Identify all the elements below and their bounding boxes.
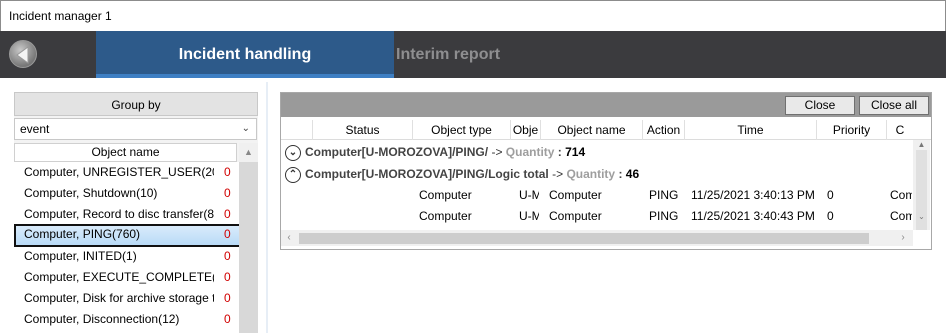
cell-comment: Com (890, 188, 912, 202)
group-path: Computer[U-MOROZOVA]/PING/Logic total (305, 167, 549, 181)
group-arrow: -> (548, 167, 567, 181)
list-item-name: Computer, Shutdown(10) (24, 186, 158, 200)
group-by-label: Group by (14, 92, 258, 116)
cell-action: PING (649, 209, 679, 223)
title-bar: Incident manager 1 (0, 0, 946, 31)
cell-priority: 0 (827, 209, 834, 223)
list-item-name: Computer, Disconnection(12) (24, 312, 180, 326)
table-horizontal-scrollbar[interactable]: ‹ › (281, 230, 913, 246)
list-item[interactable]: Computer, Disk for archive storage t 0 (14, 288, 239, 309)
object-name-column-header[interactable]: Object name (14, 143, 237, 162)
expand-icon[interactable]: ⌄ (285, 144, 301, 161)
group-by-selected-value: event (20, 122, 50, 136)
column-header-blank[interactable] (281, 120, 313, 140)
top-navigation-bar: Incident handling Interim report (0, 31, 946, 78)
close-button[interactable]: Close (785, 96, 855, 115)
back-arrow-icon (16, 46, 29, 64)
scroll-up-icon[interactable]: ▲ (913, 140, 930, 150)
table-row[interactable]: Computer U-M Computer PING 11/25/2021 3:… (281, 185, 912, 206)
group-arrow: -> (488, 145, 506, 159)
table-header: Status Object type Obje Object name Acti… (281, 120, 931, 140)
chevron-down-icon: ⌄ (241, 123, 250, 134)
cell-comment: Com (890, 209, 912, 223)
incident-table-panel: Close Close all Status Object type Obje … (280, 92, 932, 250)
list-item-selected[interactable]: Computer, PING(760) 0 (14, 224, 239, 247)
object-list-scrollbar[interactable]: ▲ (239, 143, 258, 333)
back-button[interactable] (9, 40, 37, 68)
table-toolbar: Close Close all (281, 93, 931, 117)
close-all-button[interactable]: Close all (859, 96, 929, 115)
column-header-time[interactable]: Time (685, 120, 817, 140)
group-path: Computer[U-MOROZOVA]/PING/ (305, 145, 489, 159)
list-item-count: 0 (224, 186, 231, 200)
cell-object-id: U-M (519, 188, 539, 202)
group-row[interactable]: ⌄ Computer[U-MOROZOVA]/PING/ -> Quantity … (285, 142, 585, 162)
window-title: Incident manager 1 (9, 9, 112, 23)
column-header-object-id[interactable]: Obje (511, 120, 541, 140)
list-item-count: 0 (224, 249, 231, 263)
group-row[interactable]: ⌃ Computer[U-MOROZOVA]/PING/Logic total -… (285, 164, 639, 184)
cell-priority: 0 (827, 188, 834, 202)
cell-object-type: Computer (419, 188, 472, 202)
list-item-count: 0 (224, 165, 231, 179)
cell-time: 11/25/2021 3:40:43 PM (691, 209, 815, 223)
group-quantity-label: Quantity (505, 145, 555, 159)
table-row[interactable]: Computer U-M Computer PING 11/25/2021 3:… (281, 206, 912, 227)
group-by-select[interactable]: event ⌄ (14, 118, 257, 140)
list-item-name: Computer, PING(760) (24, 227, 141, 241)
cell-time: 11/25/2021 3:40:13 PM (691, 188, 815, 202)
group-quantity: 714 (565, 145, 586, 159)
scrollbar-thumb[interactable] (299, 233, 869, 244)
group-panel: Group by event ⌄ Object name Computer, U… (14, 92, 258, 333)
column-header-comment[interactable]: C (887, 120, 913, 140)
scroll-left-icon[interactable]: ‹ (281, 230, 297, 246)
group-quantity: 46 (625, 167, 640, 181)
cell-object-type: Computer (419, 209, 472, 223)
list-item-count: 0 (224, 207, 231, 221)
list-item-count: 0 (224, 270, 231, 284)
column-header-action[interactable]: Action (643, 120, 685, 140)
column-header-object-name[interactable]: Object name (541, 120, 643, 140)
tab-incident-handling[interactable]: Incident handling (96, 31, 394, 78)
list-item-count: 0 (224, 227, 231, 241)
column-header-object-type[interactable]: Object type (413, 120, 511, 140)
list-item[interactable]: Computer, Shutdown(10) 0 (14, 183, 239, 204)
list-item-count: 0 (224, 291, 231, 305)
group-quantity-label: Quantity (566, 167, 616, 181)
cell-object-name: Computer (549, 188, 602, 202)
column-header-priority[interactable]: Priority (817, 120, 887, 140)
group-quantity-separator: : (615, 167, 626, 181)
tab-interim-report-label: Interim report (396, 46, 501, 63)
object-list: Computer, UNREGISTER_USER(20) 0 Computer… (14, 162, 239, 333)
table-vertical-scrollbar[interactable]: ▲ ⌄ (913, 140, 930, 230)
list-item[interactable]: Computer, EXECUTE_COMPLETE(11) 0 (14, 267, 239, 288)
column-header-status[interactable]: Status (313, 120, 413, 140)
collapse-icon[interactable]: ⌃ (285, 166, 301, 183)
tab-incident-handling-label: Incident handling (178, 46, 312, 63)
list-item-name: Computer, Record to disc transfer(8 (24, 207, 214, 221)
scroll-up-icon[interactable]: ▲ (239, 143, 258, 162)
scroll-right-icon[interactable]: › (895, 230, 911, 246)
list-item[interactable]: Computer, UNREGISTER_USER(20) 0 (14, 162, 239, 183)
cell-action: PING (649, 188, 679, 202)
cell-object-id: U-M (519, 209, 539, 223)
list-item[interactable]: Computer, Disconnection(12) 0 (14, 309, 239, 330)
group-quantity-separator: : (554, 145, 566, 159)
list-item-name: Computer, Disk for archive storage t (24, 291, 214, 305)
list-item[interactable]: Computer, INITED(1) 0 (14, 246, 239, 267)
list-item-name: Computer, UNREGISTER_USER(20) (24, 165, 214, 179)
cell-object-name: Computer (549, 209, 602, 223)
scroll-down-icon[interactable]: ⌄ (913, 212, 930, 222)
list-item-count: 0 (224, 312, 231, 326)
active-tab-indicator (96, 74, 394, 78)
tab-interim-report[interactable]: Interim report (396, 31, 500, 78)
list-item[interactable]: Computer, Record to disc transfer(8 0 (14, 204, 239, 225)
list-item-name: Computer, EXECUTE_COMPLETE(11) (24, 270, 214, 284)
panel-divider[interactable] (266, 82, 268, 333)
list-item-name: Computer, INITED(1) (24, 249, 137, 263)
